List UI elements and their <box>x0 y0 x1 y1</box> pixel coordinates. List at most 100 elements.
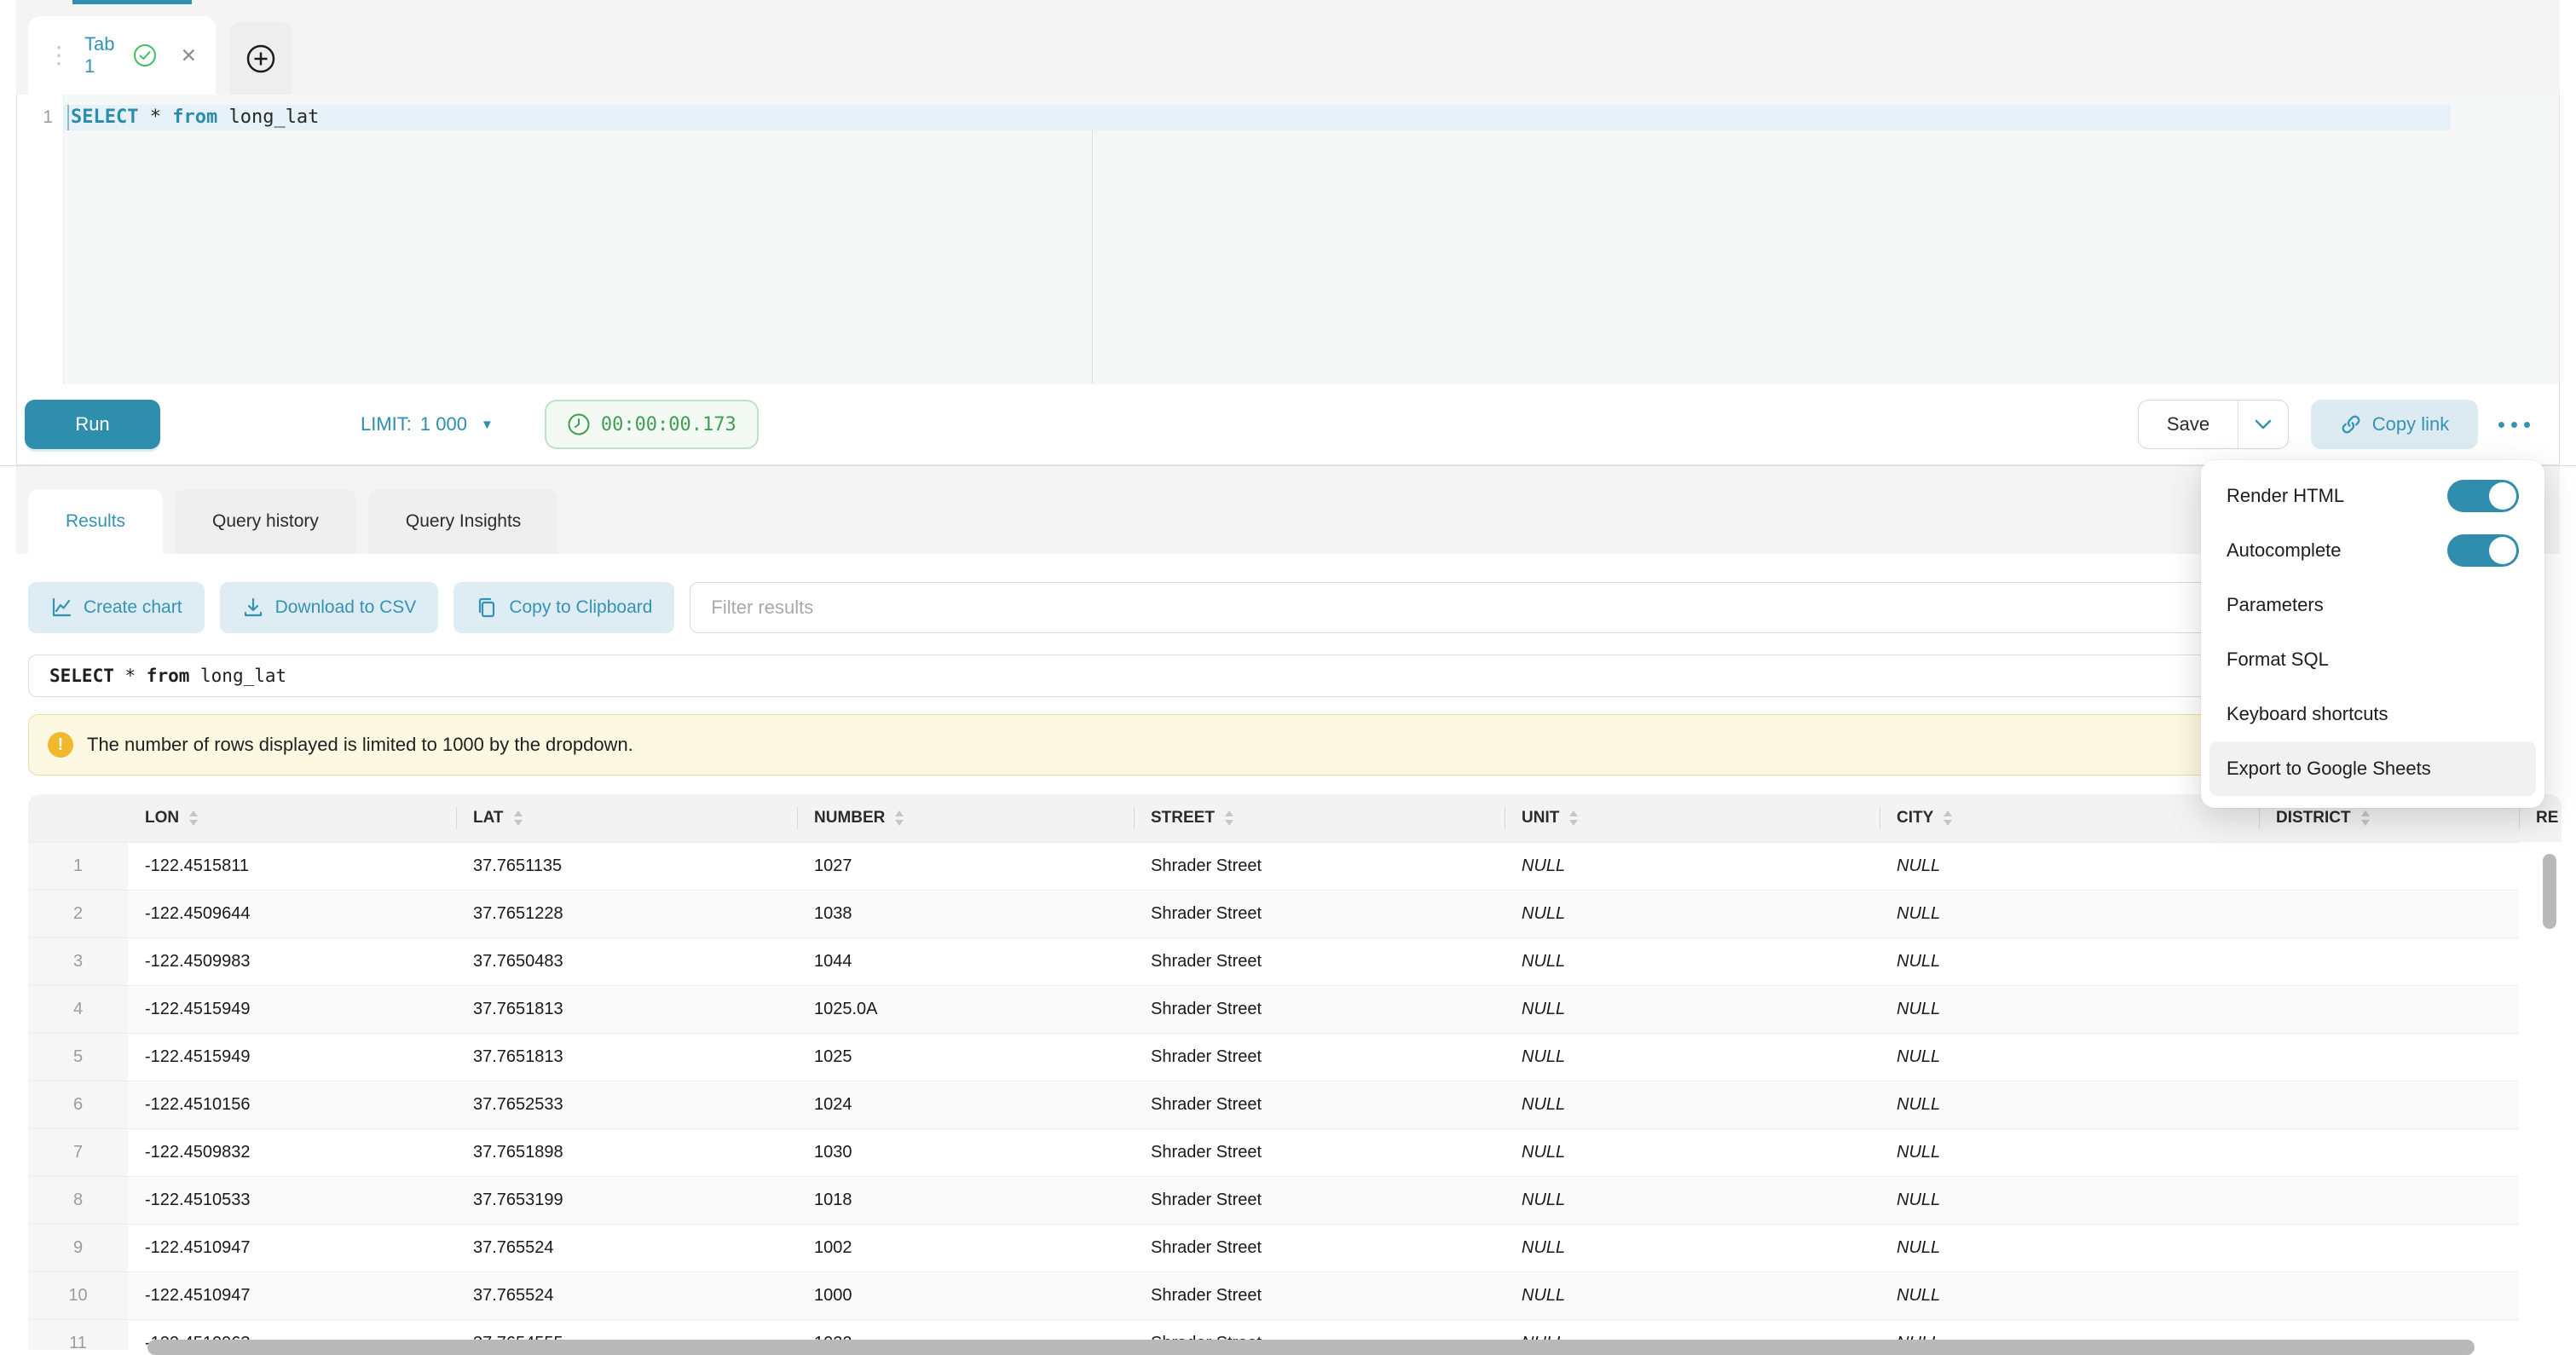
table-cell[interactable]: Shrader Street <box>1134 938 1505 985</box>
table-row[interactable]: 2-122.450964437.76512281038Shrader Stree… <box>28 890 2519 937</box>
column-header-unit[interactable]: UNIT <box>1505 794 1880 842</box>
table-cell[interactable]: Shrader Street <box>1134 1081 1505 1128</box>
tab-query-insights[interactable]: Query Insights <box>368 489 558 554</box>
table-cell[interactable]: 1000 <box>797 1272 1134 1319</box>
table-cell[interactable]: -122.4510533 <box>128 1177 456 1224</box>
table-cell[interactable]: 37.765524 <box>456 1272 797 1319</box>
table-cell[interactable] <box>2259 891 2519 937</box>
add-tab-button[interactable] <box>229 22 292 95</box>
table-cell[interactable]: 37.7650483 <box>456 938 797 985</box>
table-cell[interactable] <box>2259 1272 2519 1319</box>
table-cell[interactable] <box>2259 1129 2519 1176</box>
table-cell[interactable]: NULL <box>1505 1129 1880 1176</box>
table-cell[interactable]: NULL <box>1505 938 1880 985</box>
column-header-number[interactable]: NUMBER <box>797 794 1134 842</box>
table-cell[interactable]: Shrader Street <box>1134 843 1505 890</box>
table-row[interactable]: 3-122.450998337.76504831044Shrader Stree… <box>28 937 2519 985</box>
table-cell[interactable] <box>2259 986 2519 1033</box>
vertical-scrollbar-thumb[interactable] <box>2543 854 2556 929</box>
render-html-toggle[interactable] <box>2447 480 2519 512</box>
table-row[interactable]: 5-122.451594937.76518131025Shrader Stree… <box>28 1033 2519 1081</box>
table-cell[interactable]: Shrader Street <box>1134 1034 1505 1081</box>
table-cell[interactable]: NULL <box>1880 1225 2259 1271</box>
table-cell[interactable]: -122.4515811 <box>128 843 456 890</box>
table-cell[interactable]: NULL <box>1505 1177 1880 1224</box>
table-row[interactable]: 9-122.451094737.7655241002Shrader Street… <box>28 1224 2519 1271</box>
run-button[interactable]: Run <box>25 400 160 449</box>
horizontal-scrollbar-thumb[interactable] <box>147 1340 2475 1355</box>
column-header-lon[interactable]: LON <box>128 794 456 842</box>
table-cell[interactable]: 1027 <box>797 843 1134 890</box>
table-cell[interactable]: NULL <box>1505 1225 1880 1271</box>
table-cell[interactable]: 37.7651813 <box>456 986 797 1033</box>
table-cell[interactable]: NULL <box>1505 1034 1880 1081</box>
drag-handle-icon[interactable]: ⋮ <box>47 43 71 67</box>
tab-query-history[interactable]: Query history <box>175 489 356 554</box>
table-cell[interactable]: Shrader Street <box>1134 1272 1505 1319</box>
table-cell[interactable] <box>2259 1034 2519 1081</box>
sql-code-line[interactable]: SELECT * from long_lat <box>71 105 319 130</box>
table-cell[interactable]: 37.7651898 <box>456 1129 797 1176</box>
table-cell[interactable]: 37.7651135 <box>456 843 797 890</box>
table-cell[interactable]: Shrader Street <box>1134 1225 1505 1271</box>
save-options-button[interactable] <box>2238 401 2288 448</box>
table-cell[interactable]: NULL <box>1880 1129 2259 1176</box>
table-cell[interactable]: 1018 <box>797 1177 1134 1224</box>
table-cell[interactable]: -122.4509644 <box>128 891 456 937</box>
menu-item-render-html[interactable]: Render HTML <box>2209 469 2536 523</box>
table-cell[interactable]: 37.7653199 <box>456 1177 797 1224</box>
table-cell[interactable] <box>2259 843 2519 890</box>
menu-item-autocomplete[interactable]: Autocomplete <box>2209 523 2536 578</box>
copy-link-button[interactable]: Copy link <box>2311 400 2478 449</box>
table-cell[interactable]: -122.4509832 <box>128 1129 456 1176</box>
table-row[interactable]: 7-122.450983237.76518981030Shrader Stree… <box>28 1128 2519 1176</box>
table-cell[interactable]: NULL <box>1880 986 2259 1033</box>
menu-item-export-google-sheets[interactable]: Export to Google Sheets <box>2209 741 2536 796</box>
table-cell[interactable]: 1030 <box>797 1129 1134 1176</box>
table-cell[interactable]: 37.765524 <box>456 1225 797 1271</box>
table-cell[interactable]: 37.7651228 <box>456 891 797 937</box>
table-cell[interactable]: Shrader Street <box>1134 1129 1505 1176</box>
tab-tab1[interactable]: ⋮ Tab 1 ✕ <box>28 16 216 95</box>
save-button[interactable]: Save <box>2139 401 2238 448</box>
menu-item-format-sql[interactable]: Format SQL <box>2209 632 2536 687</box>
limit-dropdown[interactable]: LIMIT: 1 000 ▼ <box>361 413 494 435</box>
table-cell[interactable]: NULL <box>1505 1081 1880 1128</box>
table-cell[interactable]: NULL <box>1880 1272 2259 1319</box>
table-row[interactable]: 8-122.451053337.76531991018Shrader Stree… <box>28 1176 2519 1224</box>
table-cell[interactable]: 1024 <box>797 1081 1134 1128</box>
table-cell[interactable] <box>2259 1081 2519 1128</box>
column-header-lat[interactable]: LAT <box>456 794 797 842</box>
table-cell[interactable]: -122.4515949 <box>128 1034 456 1081</box>
column-header-city[interactable]: CITY <box>1880 794 2259 842</box>
table-cell[interactable]: Shrader Street <box>1134 891 1505 937</box>
table-cell[interactable] <box>2259 1225 2519 1271</box>
table-cell[interactable]: 1025 <box>797 1034 1134 1081</box>
download-csv-button[interactable]: Download to CSV <box>220 582 439 633</box>
table-cell[interactable]: NULL <box>1880 891 2259 937</box>
table-cell[interactable] <box>2259 1177 2519 1224</box>
menu-item-keyboard-shortcuts[interactable]: Keyboard shortcuts <box>2209 687 2536 741</box>
table-row[interactable]: 10-122.451094737.7655241000Shrader Stree… <box>28 1271 2519 1319</box>
table-cell[interactable]: NULL <box>1505 891 1880 937</box>
table-cell[interactable]: 1038 <box>797 891 1134 937</box>
more-options-button[interactable] <box>2498 422 2530 428</box>
table-row[interactable]: 4-122.451594937.76518131025.0AShrader St… <box>28 985 2519 1033</box>
table-cell[interactable]: Shrader Street <box>1134 986 1505 1033</box>
menu-item-parameters[interactable]: Parameters <box>2209 578 2536 632</box>
table-row[interactable]: 6-122.451015637.76525331024Shrader Stree… <box>28 1081 2519 1128</box>
tab-results[interactable]: Results <box>28 489 163 554</box>
autocomplete-toggle[interactable] <box>2447 534 2519 567</box>
table-cell[interactable]: NULL <box>1880 938 2259 985</box>
create-chart-button[interactable]: Create chart <box>28 582 205 633</box>
table-cell[interactable]: NULL <box>1880 1081 2259 1128</box>
table-cell[interactable]: -122.4510947 <box>128 1272 456 1319</box>
table-cell[interactable]: 1025.0A <box>797 986 1134 1033</box>
table-cell[interactable]: NULL <box>1505 843 1880 890</box>
column-header-street[interactable]: STREET <box>1134 794 1505 842</box>
table-cell[interactable]: NULL <box>1505 986 1880 1033</box>
table-cell[interactable]: -122.4515949 <box>128 986 456 1033</box>
copy-clipboard-button[interactable]: Copy to Clipboard <box>453 582 674 633</box>
table-cell[interactable]: 1002 <box>797 1225 1134 1271</box>
table-cell[interactable]: NULL <box>1880 1034 2259 1081</box>
